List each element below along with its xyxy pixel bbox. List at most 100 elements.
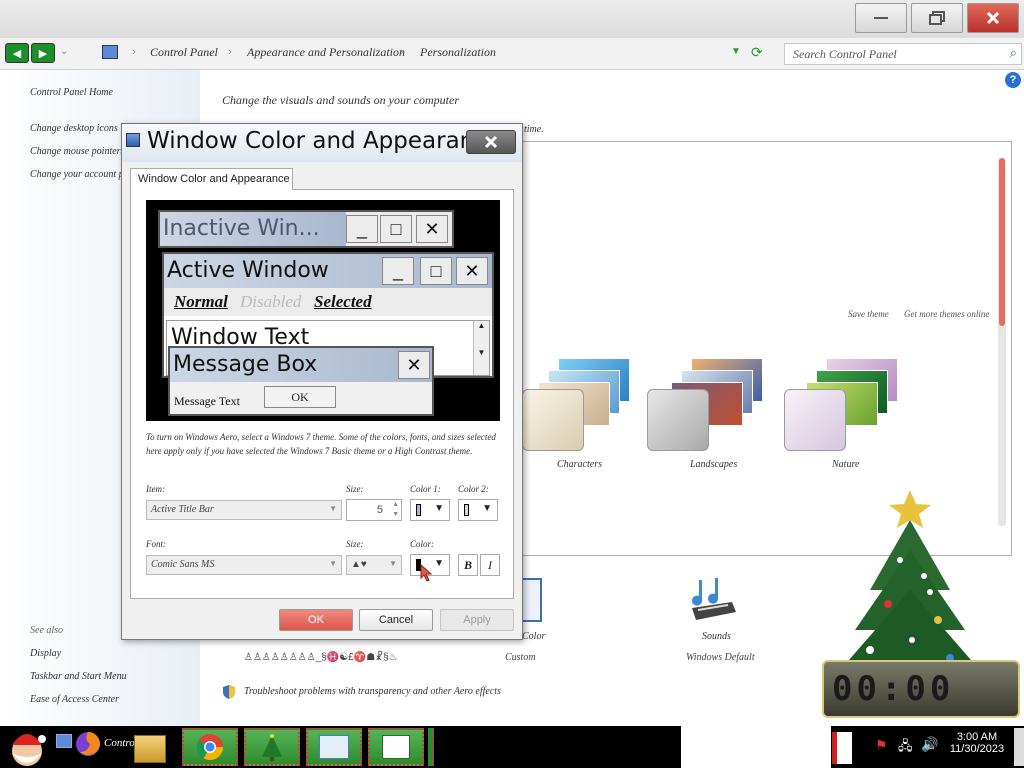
breadcrumb-personalization[interactable]: Personalization bbox=[420, 45, 496, 60]
color1-label: Color 1: bbox=[410, 484, 441, 494]
breadcrumb-appearance[interactable]: Appearance and Personalization bbox=[247, 45, 405, 60]
search-placeholder: Search Control Panel bbox=[793, 47, 897, 61]
close-icon bbox=[986, 11, 1000, 25]
start-button-santa-icon[interactable] bbox=[2, 727, 52, 767]
show-hidden-icons[interactable] bbox=[832, 732, 852, 764]
chevron-down-icon: ▼ bbox=[434, 503, 444, 514]
spinner-arrows-icon[interactable]: ▲ ▼ bbox=[392, 500, 399, 520]
heading-continuation: time. bbox=[524, 124, 544, 135]
size-spinner[interactable]: 5 ▲ ▼ bbox=[346, 499, 402, 521]
minimize-icon bbox=[874, 17, 888, 19]
minimize-button[interactable] bbox=[855, 3, 907, 33]
maximize-button[interactable] bbox=[911, 3, 963, 33]
preview-menu-disabled: Disabled bbox=[240, 292, 302, 311]
refresh-icon[interactable]: ⟳ bbox=[751, 44, 763, 61]
christmas-tree-icon bbox=[262, 734, 282, 761]
taskbar-start-menu-link[interactable]: Taskbar and Start Menu bbox=[30, 671, 127, 682]
font-size-value: ▲♥ bbox=[351, 559, 367, 570]
window-color-thumbnail[interactable] bbox=[520, 578, 542, 622]
bold-toggle[interactable]: B bbox=[458, 554, 478, 576]
color1-swatch bbox=[416, 504, 421, 516]
preview-close-icon: ✕ bbox=[416, 215, 448, 243]
theme-nature[interactable] bbox=[780, 356, 904, 454]
theme-thumbnail bbox=[647, 389, 709, 451]
network-icon[interactable]: 🖧 bbox=[898, 737, 913, 759]
theme-landscapes[interactable] bbox=[645, 358, 767, 454]
item-label: Item: bbox=[146, 484, 165, 494]
show-desktop-button[interactable] bbox=[1014, 728, 1024, 766]
search-input[interactable]: Search Control Panel ⌕ bbox=[784, 43, 1022, 65]
color1-picker[interactable]: ▼ bbox=[410, 499, 450, 521]
chrome-icon bbox=[196, 734, 224, 761]
aero-description: To turn on Windows Aero, select a Window… bbox=[146, 432, 496, 456]
firefox-icon[interactable] bbox=[74, 730, 102, 758]
item-select[interactable]: Active Title Bar ▼ bbox=[146, 500, 342, 520]
control-panel-home-link[interactable]: Control Panel Home bbox=[30, 87, 113, 98]
ok-button[interactable]: OK bbox=[279, 609, 353, 631]
back-button[interactable]: ◀ bbox=[5, 43, 29, 63]
notepad-taskbar-button[interactable] bbox=[368, 728, 424, 766]
preview-scrollbar: ▲ ▼ bbox=[473, 321, 489, 375]
ease-of-access-link[interactable]: Ease of Access Center bbox=[30, 694, 119, 705]
cancel-button[interactable]: Cancel bbox=[359, 609, 433, 631]
get-more-themes-link[interactable]: Get more themes online bbox=[904, 309, 989, 319]
font-select[interactable]: Comic Sans MS ▼ bbox=[146, 555, 342, 575]
sounds-icon[interactable] bbox=[688, 576, 740, 624]
window-color-value: Custom bbox=[505, 652, 536, 663]
italic-toggle[interactable]: I bbox=[480, 554, 500, 576]
tab-window-color-appearance[interactable]: Window Color and Appearance bbox=[130, 168, 293, 190]
message-box-preview: Message Box ✕ Message Text OK bbox=[168, 346, 434, 416]
dialog-close-button[interactable] bbox=[466, 130, 516, 154]
control-panel-icon bbox=[102, 45, 118, 59]
close-window-button[interactable] bbox=[967, 3, 1019, 33]
theme-label-nature[interactable]: Nature bbox=[832, 459, 859, 470]
display-link[interactable]: Display bbox=[30, 648, 61, 659]
close-icon bbox=[484, 135, 498, 149]
theme-label-characters[interactable]: Characters bbox=[557, 459, 602, 470]
color2-picker[interactable]: ▼ bbox=[458, 499, 498, 521]
clock-gadget[interactable]: 00:00 bbox=[822, 660, 1020, 718]
control-panel-taskbar-button[interactable] bbox=[306, 728, 362, 766]
file-explorer-icon[interactable] bbox=[134, 735, 166, 763]
action-center-flag-icon[interactable]: ⚑ bbox=[875, 737, 888, 754]
troubleshoot-link[interactable]: Troubleshoot problems with transparency … bbox=[244, 686, 501, 697]
message-box-title: Message Box bbox=[170, 348, 432, 382]
sounds-link[interactable]: Sounds bbox=[702, 631, 731, 642]
window-color-link[interactable]: Color bbox=[522, 631, 545, 642]
dialog-title: Window Color and Appearance bbox=[147, 128, 502, 154]
control-panel-taskbar-icon[interactable] bbox=[56, 734, 72, 748]
theme-label-landscapes[interactable]: Landscapes bbox=[690, 459, 737, 470]
volume-icon[interactable]: 🔊 bbox=[921, 736, 938, 753]
chrome-taskbar-button[interactable] bbox=[182, 728, 238, 766]
save-theme-link[interactable]: Save theme bbox=[848, 309, 889, 319]
change-mouse-pointers-link[interactable]: Change mouse pointers bbox=[30, 146, 124, 157]
christmas-tree-taskbar-button[interactable] bbox=[244, 728, 300, 766]
message-box-ok: OK bbox=[264, 386, 336, 408]
breadcrumb-separator-icon: › bbox=[228, 46, 232, 58]
see-also-label: See also bbox=[30, 625, 64, 636]
search-icon: ⌕ bbox=[1009, 45, 1017, 60]
mouse-pointer-icon bbox=[420, 564, 433, 582]
scrollbar-thumb[interactable] bbox=[999, 158, 1005, 326]
message-box-text: Message Text bbox=[174, 394, 240, 408]
taskbar-clock[interactable]: 3:00 AM 11/30/2023 bbox=[944, 731, 1010, 755]
font-size-select[interactable]: ▲♥ ▼ bbox=[346, 555, 402, 575]
help-icon[interactable]: ? bbox=[1005, 72, 1021, 88]
recent-pages-chevron-icon[interactable]: ⌄ bbox=[60, 46, 68, 57]
font-select-value: Comic Sans MS bbox=[151, 559, 215, 570]
inactive-window-title: Inactive Win... bbox=[160, 212, 346, 246]
font-color-label: Color: bbox=[410, 539, 435, 549]
scrambled-label: ♙♙♙♙♙♙♙♙_§♓☯£♈☗☧§♨ bbox=[244, 652, 398, 663]
theme-characters[interactable] bbox=[520, 358, 638, 454]
breadcrumb-control-panel[interactable]: Control Panel bbox=[150, 45, 218, 60]
font-size-label: Size: bbox=[346, 539, 364, 549]
size-value: 5 bbox=[376, 504, 383, 516]
address-dropdown-icon[interactable]: ▼ bbox=[731, 46, 741, 57]
preview-maximize-icon: □ bbox=[380, 215, 412, 243]
forward-button[interactable]: ▶ bbox=[31, 43, 55, 63]
preview-maximize-icon: □ bbox=[420, 257, 452, 285]
change-desktop-icons-link[interactable]: Change desktop icons bbox=[30, 123, 118, 134]
taskbar-date: 11/30/2023 bbox=[949, 743, 1005, 755]
apply-button[interactable]: Apply bbox=[440, 609, 514, 631]
restore-icon bbox=[929, 11, 945, 25]
